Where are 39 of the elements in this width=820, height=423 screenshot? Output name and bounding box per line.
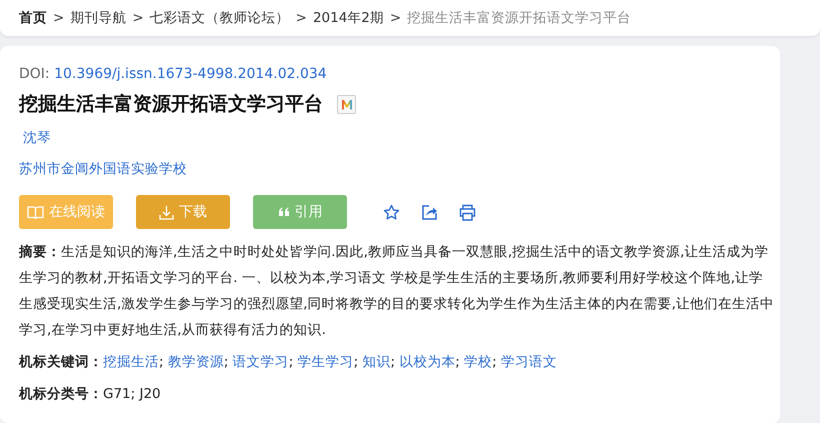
keyword-separator: ; [224,354,228,370]
abstract-text: 摘要：生活是知识的海洋,生活之中时时处处皆学问.因此,教师应当具备一双慧眼,挖掘生活中的语文教学资源,让生活成为学生学习的教材,开拓语文学习的平台. 一、以校为本,学习语文 学校是学生生活的主要场所,教师要利用好学校这个阵地,让学生感受现实生活,激发学生参与学习的强烈愿望,同时将教学的目的要求转化为学生作为生活主体的内在需要,让他们在生活中学习,在学习中更好地生活,从而获得有活力的知识. [19,243,774,340]
breadcrumb-separator: > [296,10,307,26]
breadcrumb-link[interactable]: 首页 [19,9,47,27]
breadcrumb-separator: > [132,10,144,26]
keywords-label: 机标关键词： [19,354,103,370]
breadcrumb-link[interactable]: 期刊导航 [70,9,126,27]
keyword-separator: ; [390,354,395,370]
breadcrumb-separator: > [53,10,64,26]
doi-link[interactable]: 10.3969/j.issn.1673-4998.2014.02.034 [54,66,327,82]
keyword-link[interactable]: 知识 [362,354,390,370]
keyword-link[interactable]: 以校为本 [399,354,456,370]
keyword-link[interactable]: 挖掘生活 [103,354,159,370]
doi-label: DOI: [19,66,50,82]
affiliation-link[interactable]: 苏州市金阊外国语实验学校 [19,160,187,178]
breadcrumb-link[interactable]: 2014年2期 [312,9,384,27]
journal-badge-icon [337,94,356,114]
article-title: 挖掘生活丰富资源开拓语文学习平台 [19,92,323,117]
quote-icon [278,207,290,217]
keyword-separator: ; [492,354,497,370]
share-icon[interactable] [421,204,438,220]
download-icon [159,204,174,220]
keyword-link[interactable]: 学生学习 [298,354,354,370]
author-link[interactable]: 沈琴 [23,129,51,147]
print-icon[interactable] [459,204,476,220]
breadcrumb-current: 挖掘生活丰富资源开拓语文学习平台 [407,9,632,27]
book-icon [27,204,44,220]
keyword-link[interactable]: 语文学习 [232,354,289,370]
breadcrumb-separator: > [390,10,402,26]
keyword-link[interactable]: 学习语文 [501,354,558,370]
breadcrumb-link[interactable]: 七彩语文（教师论坛） [150,9,290,27]
keyword-separator: ; [354,354,358,370]
keyword-separator: ; [455,354,460,370]
keyword-separator: ; [288,354,294,370]
keyword-link[interactable]: 学校 [464,354,492,370]
keyword-separator: ; [159,354,164,370]
classification-text: 机标分类号：G71; J20 [19,385,162,404]
star-icon[interactable] [383,204,400,220]
keyword-link[interactable]: 教学资源 [168,354,224,370]
